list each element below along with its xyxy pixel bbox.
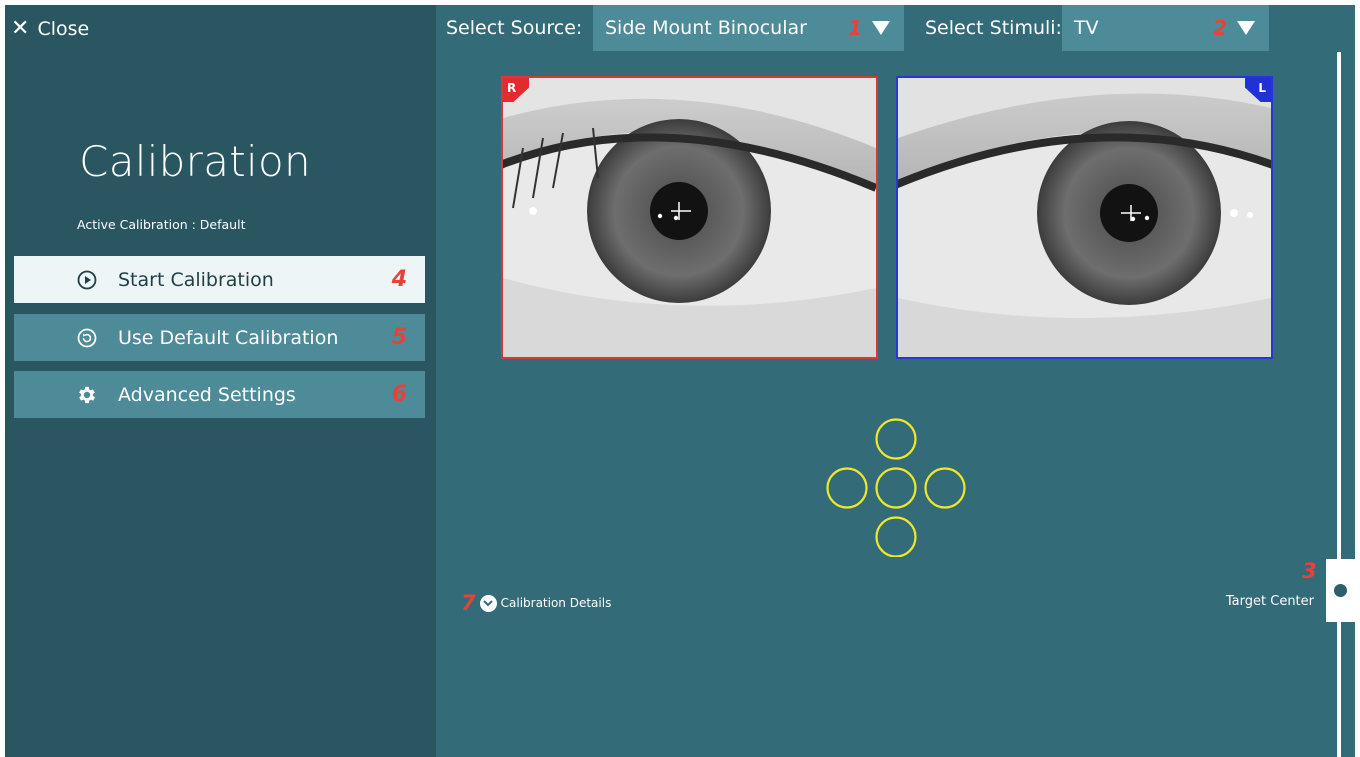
advanced-settings-button[interactable]: Advanced Settings 6 <box>14 371 425 418</box>
select-source-label: Select Source: <box>446 17 583 39</box>
marker-6: 6 <box>391 382 407 407</box>
chevron-down-icon <box>872 21 890 35</box>
close-icon: ✕ <box>11 16 30 41</box>
target-left <box>826 467 868 509</box>
select-stimuli-label: Select Stimuli: <box>925 17 1062 39</box>
calibration-details-toggle[interactable]: 7 Calibration Details <box>461 591 611 615</box>
right-eye-image <box>503 78 876 357</box>
chevron-down-icon <box>479 594 497 612</box>
source-value: Side Mount Binocular <box>605 17 807 39</box>
use-default-calibration-button[interactable]: Use Default Calibration 5 <box>14 314 425 361</box>
gear-icon <box>76 384 98 406</box>
calibration-details-label: Calibration Details <box>500 596 612 610</box>
stimuli-dropdown[interactable]: TV 2 <box>1062 5 1269 51</box>
marker-5: 5 <box>391 325 407 350</box>
target-slider-track[interactable] <box>1337 52 1341 757</box>
target-slider-handle[interactable] <box>1326 559 1355 622</box>
calibration-targets <box>826 418 966 557</box>
close-label: Close <box>37 18 90 40</box>
sidebar: ✕ Close Calibration Active Calibration :… <box>5 5 436 757</box>
marker-7: 7 <box>461 591 476 615</box>
page-title: Calibration <box>79 137 311 186</box>
use-default-calibration-label: Use Default Calibration <box>118 326 339 349</box>
active-calibration-text: Active Calibration : Default <box>77 217 246 232</box>
stimuli-value: TV <box>1074 17 1099 39</box>
right-eye-camera-view: R <box>501 76 878 359</box>
close-button[interactable]: ✕ Close <box>11 17 89 41</box>
target-top <box>875 418 917 460</box>
start-calibration-label: Start Calibration <box>118 268 274 291</box>
start-calibration-button[interactable]: Start Calibration 4 <box>14 256 425 303</box>
target-center <box>875 467 917 509</box>
marker-2: 2 <box>1213 16 1227 40</box>
marker-4: 4 <box>391 267 407 292</box>
chevron-down-icon <box>1237 21 1255 35</box>
target-bottom <box>875 516 917 557</box>
calibration-window: ✕ Close Calibration Active Calibration :… <box>5 5 1355 757</box>
marker-3: 3 <box>1302 559 1317 583</box>
marker-1: 1 <box>848 16 862 40</box>
target-center-label: Target Center <box>1225 594 1314 609</box>
advanced-settings-label: Advanced Settings <box>118 383 296 406</box>
target-right <box>924 467 966 509</box>
slider-dot <box>1334 584 1347 597</box>
play-circle-icon <box>76 269 98 291</box>
left-eye-camera-view: L <box>896 76 1273 359</box>
left-eye-image <box>898 78 1271 357</box>
reset-circle-icon <box>76 327 98 349</box>
source-dropdown[interactable]: Side Mount Binocular 1 <box>593 5 904 51</box>
